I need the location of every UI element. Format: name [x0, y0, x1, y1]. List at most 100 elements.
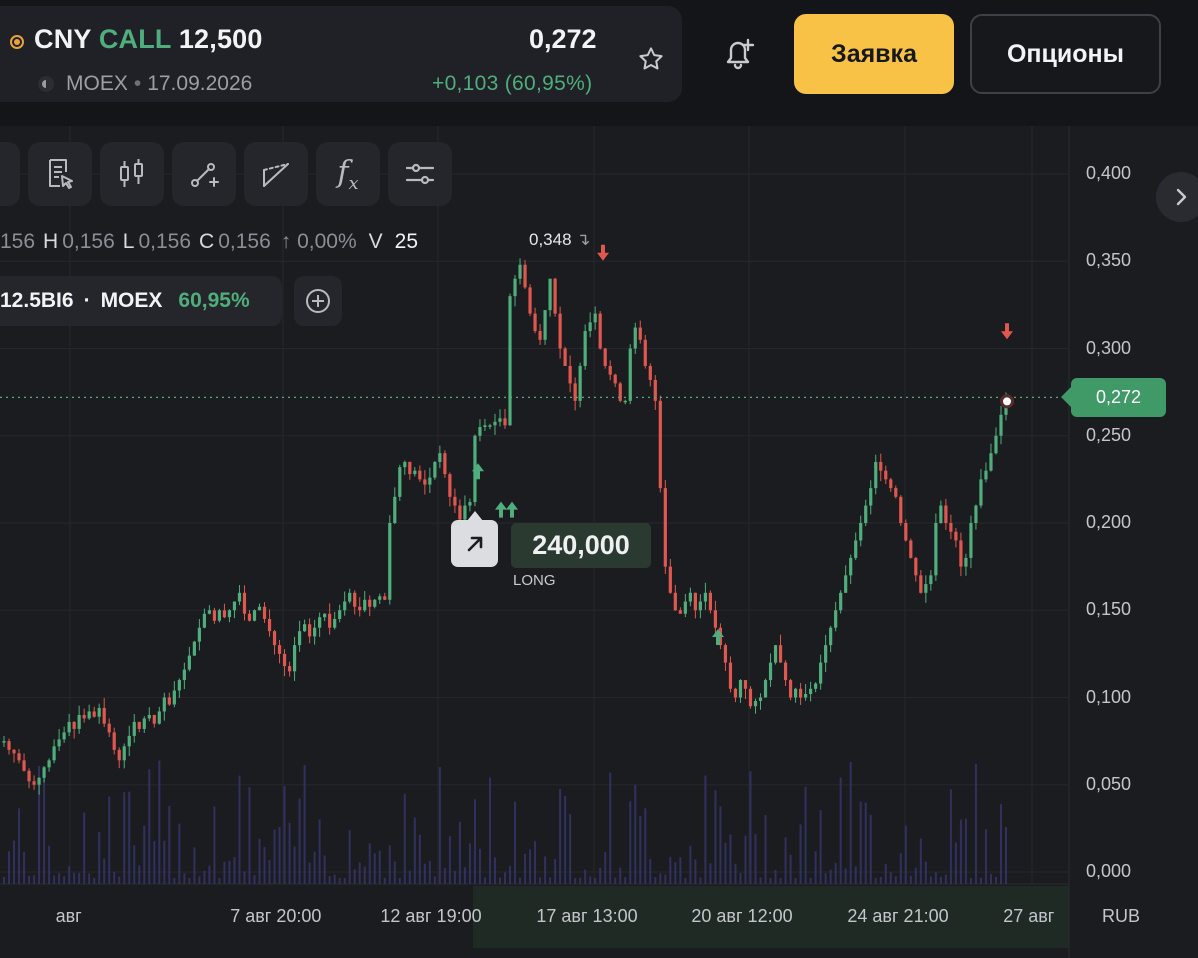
volume-bar — [253, 875, 256, 884]
candle-body — [408, 461, 412, 475]
candle-body — [438, 453, 442, 462]
volume-bar — [684, 877, 687, 884]
candle-body — [804, 694, 808, 698]
open-value: 156 — [0, 230, 36, 253]
volume-bar — [248, 787, 251, 884]
candle-body — [753, 700, 758, 707]
volume-bar — [398, 877, 401, 884]
volume-bar — [198, 876, 201, 884]
template-tool[interactable] — [28, 142, 92, 206]
candle-body — [142, 718, 146, 729]
candle-body — [573, 383, 577, 401]
candle-body — [583, 331, 587, 366]
volume-bar — [844, 868, 847, 884]
volume-bar — [664, 874, 667, 884]
volume-bar — [428, 860, 431, 884]
volume-bar — [679, 857, 682, 884]
volume-bar — [223, 861, 226, 884]
candle-body — [428, 477, 432, 485]
add-series-button[interactable] — [294, 276, 342, 326]
volume-bar — [539, 877, 542, 884]
chart-type-tool[interactable] — [100, 142, 164, 206]
volume-bar — [774, 869, 777, 884]
volume-bar — [859, 801, 862, 884]
volume-bar — [529, 849, 532, 884]
volume-bar — [473, 799, 476, 884]
candle-body — [603, 348, 607, 366]
options-button[interactable]: Опционы — [970, 14, 1161, 94]
candle-body — [488, 425, 492, 427]
volume-bar — [168, 805, 171, 884]
add-alert-bell-icon[interactable] — [718, 32, 760, 74]
candle-body — [12, 749, 16, 754]
candle-body — [518, 264, 522, 279]
chart-area[interactable]: fx 156 H 0,156 L 0,156 C 0,156 ↑ 0,00% V 25 0,348… — [0, 126, 1198, 958]
candle-body — [448, 474, 452, 497]
volume-bar — [378, 850, 381, 884]
volume-bar — [804, 786, 807, 884]
candle-body — [197, 627, 201, 642]
candle-body — [934, 523, 938, 576]
chart-settings-tool[interactable] — [388, 142, 452, 206]
candle-body — [222, 610, 227, 618]
candle-body — [758, 697, 763, 701]
indicators-tool[interactable]: fx — [316, 142, 380, 206]
volume-bar — [133, 845, 136, 884]
candle-body — [147, 714, 151, 719]
exchange-name: MOEX — [66, 72, 128, 95]
volume-bar — [889, 872, 892, 884]
candle-body — [97, 707, 101, 717]
candle-body — [563, 348, 567, 366]
volume-bar — [143, 825, 146, 884]
candle-body — [187, 655, 191, 670]
volume-bar — [884, 863, 887, 884]
candle-body — [814, 683, 818, 689]
candle-body — [122, 746, 126, 761]
volume-bar — [63, 876, 66, 884]
favorite-star-icon[interactable] — [636, 44, 666, 74]
volume-bar — [3, 876, 5, 884]
volume-bar — [373, 853, 376, 884]
candle-body — [528, 287, 532, 314]
volume-bar — [599, 867, 602, 884]
last-price-dot — [1003, 397, 1011, 406]
volume-bar — [644, 808, 647, 884]
line-draw-tool[interactable] — [172, 142, 236, 206]
candle-body — [924, 584, 928, 593]
candle-body — [783, 662, 788, 681]
candle-body — [879, 461, 883, 471]
candle-body — [297, 631, 302, 646]
order-button[interactable]: Заявка — [794, 14, 954, 94]
fib-tool[interactable] — [244, 142, 308, 206]
volume-bar — [974, 763, 977, 884]
volume-bar — [789, 854, 792, 884]
volume-bar — [103, 858, 106, 884]
candle-body — [593, 313, 597, 323]
candle-body — [628, 348, 632, 401]
volume-bar — [739, 872, 742, 884]
volume-bar — [504, 872, 506, 884]
volume-bar — [88, 873, 91, 884]
volume-bar — [368, 843, 371, 884]
volume-bar — [293, 846, 296, 884]
instrument-card[interactable]: CNY CALL 12,500 MOEX • 17.09.2026 0,272 +0… — [0, 6, 682, 102]
candle-body — [328, 613, 332, 628]
candle-body — [839, 592, 843, 611]
trade-marker[interactable] — [451, 511, 498, 567]
volume-bar — [438, 767, 441, 884]
candle-body — [272, 631, 277, 646]
candle-body — [834, 610, 838, 628]
series-legend[interactable]: 12.5BI6 · MOEX 60,95% — [0, 276, 282, 326]
volume-bar — [333, 874, 336, 884]
volume-bar — [999, 804, 1002, 884]
scroll-right-button[interactable] — [1156, 172, 1198, 222]
volume-bar — [313, 851, 316, 884]
volume-bar — [73, 872, 76, 884]
candle-body — [974, 505, 978, 523]
x-tick-label: 7 авг 20:00 — [230, 906, 322, 926]
candle-body — [313, 627, 317, 637]
tool-partial[interactable] — [0, 142, 20, 206]
volume-label: V — [368, 230, 383, 253]
candle-body — [137, 721, 141, 729]
candle-body — [77, 714, 81, 729]
